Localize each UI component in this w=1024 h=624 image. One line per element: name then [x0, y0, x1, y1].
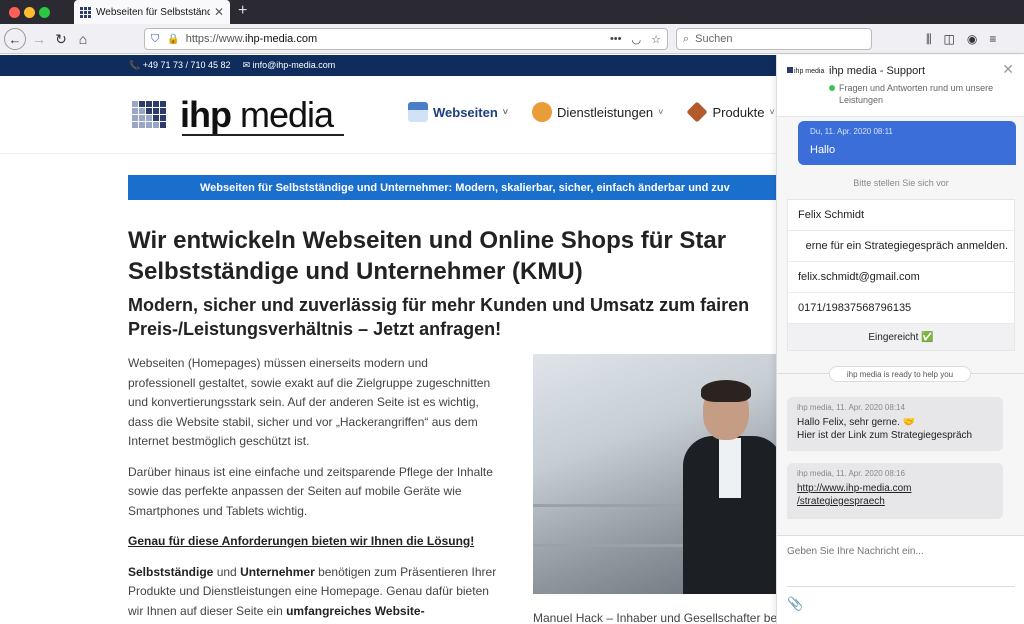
menu-item-webseiten[interactable]: Webseiten ˅ [408, 102, 508, 122]
url-text[interactable]: https://www.ihp-media.com [186, 33, 610, 45]
form-prompt: Bitte stellen Sie sich vor [853, 178, 949, 188]
reload-icon[interactable]: ↻ [52, 28, 70, 50]
owner-photo [533, 354, 776, 594]
paragraph: Genau für diese Anforderungen bieten wir… [128, 534, 475, 548]
page-title: Wir entwickeln Webseiten und Online Shop… [128, 227, 727, 285]
search-input[interactable]: ⌕ Suchen [676, 28, 872, 50]
dienstleistungen-icon [532, 102, 553, 122]
lock-icon[interactable]: 🔒 [167, 34, 179, 45]
phone-link[interactable]: 📞 +49 71 73 / 710 45 82 [129, 60, 231, 71]
account-icon[interactable]: ◉ [967, 32, 977, 47]
message-timestamp: Du, 11. Apr. 2020 08:11 [810, 127, 893, 136]
web-page: 📞 +49 71 73 / 710 45 82 ✉ info@ihp-media… [0, 55, 776, 624]
star-icon[interactable]: ☆ [651, 33, 661, 46]
chevron-down-icon: ˅ [502, 107, 509, 117]
chat-close-icon[interactable]: ✕ [1002, 61, 1014, 78]
site-logo[interactable]: ihp media [180, 94, 334, 136]
menu-item-produkte[interactable]: Produkte ˅ [686, 101, 775, 123]
intro-form: Felix Schmidt erne für ein Strategiegesp… [787, 199, 1015, 351]
back-icon[interactable]: ← [4, 28, 26, 50]
chat-subtitle: Fragen und Antworten rund um unsere Leis… [829, 82, 1009, 106]
user-message: Du, 11. Apr. 2020 08:11 Hallo [798, 121, 1016, 165]
tab-close-icon[interactable]: ✕ [214, 5, 224, 19]
submitted-status: Eingereicht ✅ [788, 324, 1014, 350]
url-bar[interactable]: ⛉ 🔒 https://www.ihp-media.com ••• ◡ ☆ [144, 28, 668, 50]
photo-caption: Manuel Hack – Inhaber und Gesellschafter… [533, 611, 776, 624]
window-close-button[interactable] [9, 7, 20, 18]
chevron-down-icon: ˅ [769, 107, 775, 117]
phone-field[interactable]: 0171/19837568796135 [788, 293, 1014, 324]
favicon-icon [80, 6, 91, 18]
online-status-icon [829, 85, 835, 91]
paragraph: Selbstständige und Unternehmer benötigen… [128, 564, 497, 618]
library-icon[interactable]: ⫼ [926, 32, 932, 47]
agent-message: ihp media, 11. Apr. 2020 08:14 Hallo Fel… [787, 397, 1003, 451]
hero-banner: Webseiten für Selbstständige und Unterne… [128, 175, 776, 200]
produkte-icon [686, 101, 709, 123]
browser-tab[interactable]: Webseiten für Selbstständige u ✕ [74, 0, 230, 24]
logo-icon[interactable] [132, 101, 166, 128]
agent-ready-badge: ihp media is ready to help you [829, 366, 971, 382]
contact-bar: 📞 +49 71 73 / 710 45 82 ✉ info@ihp-media… [0, 55, 776, 76]
logo-underline [182, 134, 344, 136]
more-icon[interactable]: ••• [610, 33, 622, 46]
home-icon[interactable]: ⌂ [74, 28, 92, 50]
pocket-icon[interactable]: ◡ [632, 33, 642, 46]
paragraph: Webseiten (Homepages) müssen einerseits … [128, 356, 491, 448]
site-header: ihp media Webseiten ˅ Dienstleistungen ˅ P… [0, 76, 776, 154]
attachment-icon[interactable]: 📎 [787, 596, 803, 612]
message-input[interactable] [787, 546, 1015, 557]
chevron-down-icon: ˅ [658, 107, 664, 117]
message-timestamp: ihp media, 11. Apr. 2020 08:14 [797, 403, 905, 412]
shield-icon[interactable]: ⛉ [151, 33, 159, 46]
strategy-link[interactable]: http://www.ihp-media.com /strategiegespr… [797, 482, 993, 508]
topic-field[interactable]: erne für ein Strategiegespräch anmelden. [788, 231, 1014, 262]
window-minimize-button[interactable] [24, 7, 35, 18]
navigation-bar: ← → ↻ ⌂ ⛉ 🔒 https://www.ihp-media.com ••… [0, 24, 1024, 54]
agent-message: ihp media, 11. Apr. 2020 08:16 http://ww… [787, 463, 1003, 519]
name-field[interactable]: Felix Schmidt [788, 200, 1014, 231]
menu-item-dienstleistungen[interactable]: Dienstleistungen ˅ [532, 102, 663, 122]
message-timestamp: ihp media, 11. Apr. 2020 08:16 [797, 469, 905, 478]
sidebar-icon[interactable]: ◫ [944, 32, 955, 47]
message-text: Hallo [810, 144, 836, 156]
search-placeholder: Suchen [695, 33, 733, 45]
chat-composer: 📎 [777, 535, 1024, 624]
intro-text: Webseiten (Homepages) müssen einerseits … [128, 354, 498, 624]
search-icon: ⌕ [683, 32, 690, 45]
email-field[interactable]: felix.schmidt@gmail.com [788, 262, 1014, 293]
email-link[interactable]: ✉ info@ihp-media.com [243, 60, 336, 71]
window-maximize-button[interactable] [39, 7, 50, 18]
new-tab-button[interactable]: + [238, 2, 247, 20]
tab-bar: Webseiten für Selbstständige u ✕ + [0, 0, 1024, 24]
chat-header: ihp media ihp media - Support Fragen und… [777, 55, 1024, 117]
chat-logo: ihp media [787, 67, 824, 75]
paragraph: Darüber hinaus ist eine einfache und zei… [128, 464, 493, 518]
page-subtitle: Modern, sicher und zuverlässig für mehr … [128, 295, 750, 339]
webseiten-icon [408, 102, 428, 122]
chat-title: ihp media - Support [829, 65, 925, 77]
message-text: Hallo Felix, sehr gerne. 🤝 Hier ist der … [797, 417, 973, 441]
forward-icon[interactable]: → [30, 28, 48, 50]
menu-icon[interactable]: ≡ [989, 32, 996, 47]
main-menu: Webseiten ˅ Dienstleistungen ˅ Produkte ˅ [408, 101, 775, 123]
tab-title: Webseiten für Selbstständige u [96, 6, 210, 18]
support-chat-panel: ihp media ihp media - Support Fragen und… [776, 55, 1024, 624]
